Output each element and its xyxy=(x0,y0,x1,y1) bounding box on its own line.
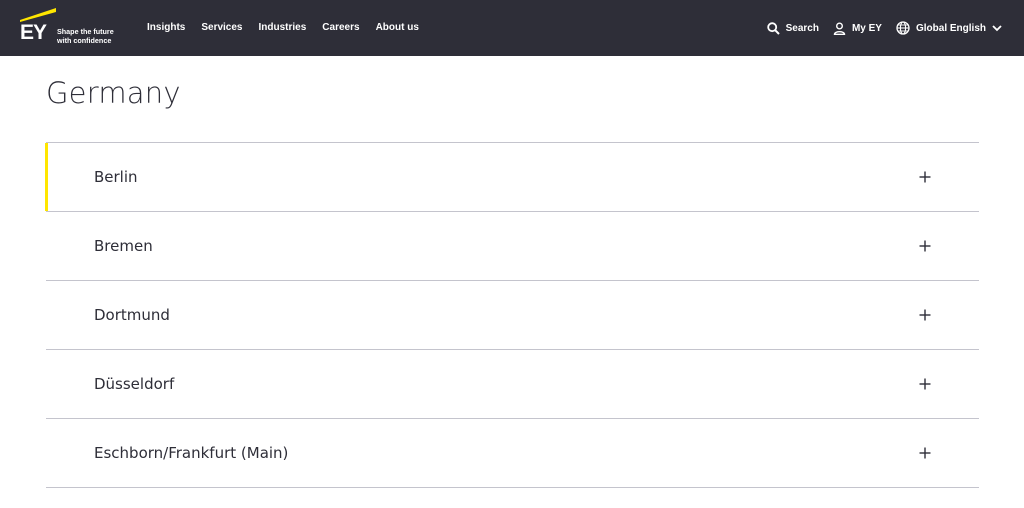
utility-nav: Search My EY Global English xyxy=(753,0,1002,56)
language-selector[interactable]: Global English xyxy=(896,21,1002,35)
logo-brand-text: EY xyxy=(20,21,47,44)
chevron-down-icon xyxy=(992,24,1002,31)
accordion-item-label: Düsseldorf xyxy=(94,375,175,393)
main-nav: Insights Services Industries Careers Abo… xyxy=(147,0,435,56)
logo-beam-icon xyxy=(20,8,56,22)
page-title: Germany xyxy=(46,76,181,110)
accordion-item-eschborn-frankfurt[interactable]: Eschborn/Frankfurt (Main) xyxy=(46,419,979,488)
plus-icon[interactable] xyxy=(919,240,931,252)
search-button[interactable]: Search xyxy=(766,21,819,35)
accordion-item-label: Berlin xyxy=(94,168,138,186)
my-ey-label: My EY xyxy=(851,22,882,34)
search-icon xyxy=(766,21,780,35)
ey-logo[interactable]: EY Shape the future with confidence xyxy=(20,8,116,48)
accordion-item-label: Bremen xyxy=(94,237,153,255)
logo-tagline-line2: with confidence xyxy=(57,35,112,45)
accordion-item-dusseldorf[interactable]: Düsseldorf xyxy=(46,350,979,419)
top-navigation-bar: EY Shape the future with confidence Insi… xyxy=(0,0,1024,56)
accordion-item-label: Dortmund xyxy=(94,306,170,324)
accordion-item-label: Eschborn/Frankfurt (Main) xyxy=(94,444,289,462)
nav-item-industries[interactable]: Industries xyxy=(259,0,307,56)
office-locations-accordion: Berlin Bremen Dortmund Düsseldorf Eschbo… xyxy=(45,142,979,488)
plus-icon[interactable] xyxy=(919,378,931,390)
logo-tagline: Shape the future with confidence xyxy=(57,27,117,45)
nav-item-services[interactable]: Services xyxy=(201,0,242,56)
plus-icon[interactable] xyxy=(919,447,931,459)
accordion-item-bremen[interactable]: Bremen xyxy=(46,212,979,281)
my-ey-button[interactable]: My EY xyxy=(833,22,882,35)
user-icon xyxy=(833,22,846,35)
plus-icon[interactable] xyxy=(919,171,931,183)
nav-item-careers[interactable]: Careers xyxy=(322,0,359,56)
accordion-item-dortmund[interactable]: Dortmund xyxy=(46,281,979,350)
nav-item-about-us[interactable]: About us xyxy=(376,0,419,56)
accordion-item-berlin[interactable]: Berlin xyxy=(45,143,979,212)
globe-icon xyxy=(896,21,910,35)
plus-icon[interactable] xyxy=(919,309,931,321)
language-label: Global English xyxy=(915,22,986,34)
search-label: Search xyxy=(785,22,819,34)
nav-item-insights[interactable]: Insights xyxy=(147,0,185,56)
